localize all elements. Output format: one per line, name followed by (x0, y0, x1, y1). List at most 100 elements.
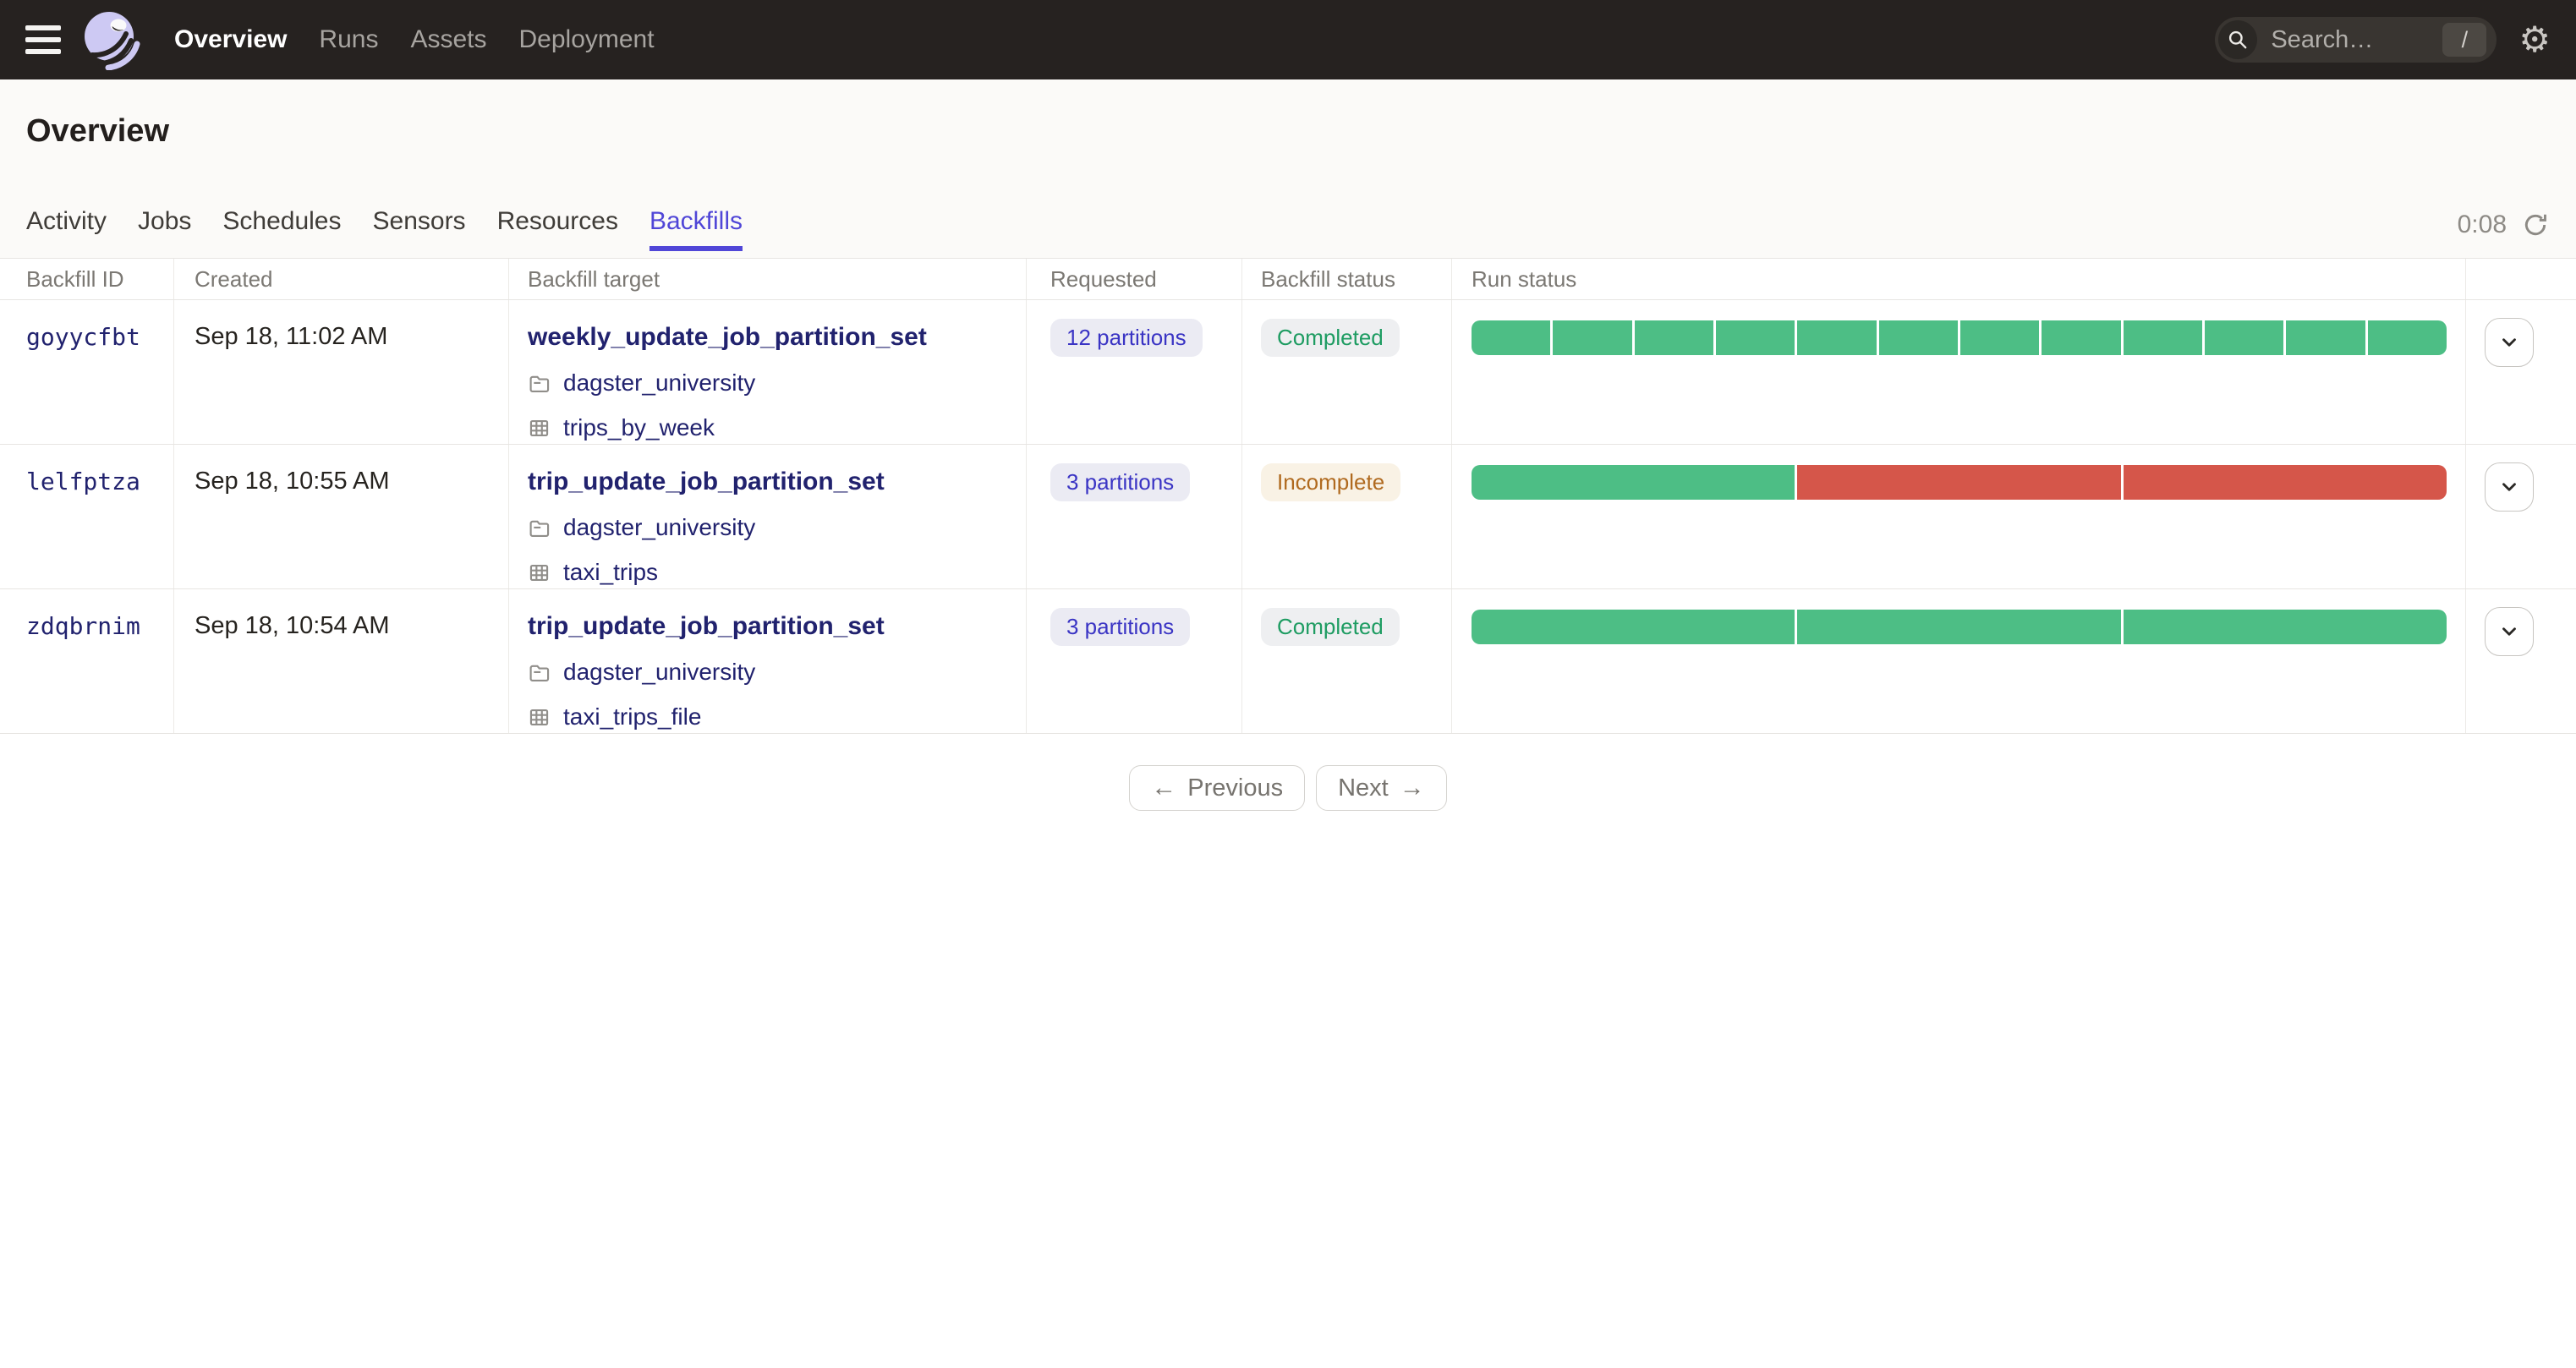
nav-item-assets[interactable]: Assets (410, 25, 486, 54)
table-header-row: Backfill ID Created Backfill target Requ… (0, 258, 2576, 300)
run-status-segment (2367, 320, 2447, 355)
backfills-table: Backfill ID Created Backfill target Requ… (0, 258, 2576, 734)
run-status-segment (1797, 610, 2121, 644)
partition-table-row: taxi_trips (528, 559, 1026, 586)
tab-sensors[interactable]: Sensors (373, 207, 466, 251)
tab-schedules[interactable]: Schedules (222, 207, 341, 251)
nav-links: Overview Runs Assets Deployment (174, 25, 655, 54)
code-location-row: dagster_university (528, 659, 1026, 686)
tab-backfills[interactable]: Backfills (649, 207, 743, 251)
th-run-status: Run status (1452, 259, 2466, 299)
partition-table-link[interactable]: trips_by_week (563, 414, 715, 441)
dagster-octopus-icon (85, 12, 140, 70)
gear-icon[interactable]: ⚙ (2518, 22, 2551, 57)
refresh-icon[interactable] (2522, 211, 2549, 238)
table-grid-icon (529, 419, 549, 436)
th-backfill-target: Backfill target (509, 259, 1027, 299)
code-location-link[interactable]: dagster_university (563, 659, 755, 686)
created-timestamp: Sep 18, 11:02 AM (195, 323, 388, 350)
run-status-segment (1472, 610, 1795, 644)
partition-table-link[interactable]: taxi_trips_file (563, 703, 701, 731)
chevron-down-icon (2502, 483, 2516, 491)
menu-icon[interactable] (25, 25, 61, 54)
arrow-right-icon: → (1399, 774, 1425, 802)
slash-shortcut-badge: / (2442, 23, 2487, 57)
dagster-logo[interactable] (81, 6, 142, 74)
tab-resources[interactable]: Resources (497, 207, 618, 251)
folder-icon (529, 665, 550, 681)
page-header: Overview Activity Jobs Schedules Sensors… (0, 79, 2576, 258)
run-status-segment (1959, 320, 2040, 355)
th-backfill-status: Backfill status (1242, 259, 1452, 299)
created-timestamp: Sep 18, 10:54 AM (195, 612, 390, 639)
expand-row-button[interactable] (2485, 607, 2534, 656)
code-location-row: dagster_university (528, 369, 1026, 397)
run-status-segment (2123, 320, 2202, 355)
arrow-left-icon: ← (1151, 774, 1177, 802)
partition-table-row: taxi_trips_file (528, 703, 1026, 731)
top-nav: Overview Runs Assets Deployment Search… … (0, 0, 2576, 79)
run-status-segment (2204, 320, 2284, 355)
run-status-segment (1472, 465, 1795, 500)
table-row: zdqbrnim Sep 18, 10:54 AM trip_update_jo… (0, 589, 2576, 734)
search-icon (2229, 30, 2247, 49)
next-label: Next (1338, 774, 1389, 802)
partition-table-row: trips_by_week (528, 414, 1026, 441)
search-placeholder: Search… (2271, 25, 2374, 53)
run-status-segment (1472, 320, 1551, 355)
backfill-status-badge: Incomplete (1261, 463, 1401, 501)
created-timestamp: Sep 18, 10:55 AM (195, 468, 390, 495)
search-icon-wrap (2218, 20, 2258, 59)
tab-jobs[interactable]: Jobs (138, 207, 191, 251)
requested-partitions-badge: 3 partitions (1050, 608, 1191, 646)
backfill-id-link[interactable]: zdqbrnim (26, 612, 140, 640)
tab-bar: Activity Jobs Schedules Sensors Resource… (26, 207, 743, 251)
requested-partitions-badge: 12 partitions (1050, 319, 1203, 357)
run-status-segment (2042, 320, 2121, 355)
backfill-target-link[interactable]: trip_update_job_partition_set (528, 612, 885, 641)
th-backfill-id: Backfill ID (0, 259, 174, 299)
nav-item-deployment[interactable]: Deployment (519, 25, 655, 54)
table-grid-icon (529, 709, 549, 725)
chevron-down-icon (2502, 627, 2516, 636)
nav-item-runs[interactable]: Runs (319, 25, 378, 54)
run-status-segment (1797, 320, 1877, 355)
pagination: ← Previous Next → (0, 765, 2576, 811)
backfill-id-link[interactable]: goyycfbt (26, 323, 140, 351)
partition-table-link[interactable]: taxi_trips (563, 559, 658, 586)
next-button[interactable]: Next → (1316, 765, 1447, 811)
nav-item-overview[interactable]: Overview (174, 25, 287, 54)
run-status-segment (2123, 465, 2447, 500)
code-location-link[interactable]: dagster_university (563, 369, 755, 397)
run-status-segment (1553, 320, 1632, 355)
previous-button[interactable]: ← Previous (1129, 765, 1306, 811)
chevron-down-icon (2502, 338, 2516, 347)
requested-partitions-badge: 3 partitions (1050, 463, 1191, 501)
backfill-target-link[interactable]: weekly_update_job_partition_set (528, 323, 927, 352)
run-status-segment (1878, 320, 1958, 355)
run-status-segment (1634, 320, 1713, 355)
th-requested: Requested (1027, 259, 1242, 299)
tab-activity[interactable]: Activity (26, 207, 107, 251)
expand-row-button[interactable] (2485, 462, 2534, 512)
backfill-id-link[interactable]: lelfptza (26, 468, 140, 495)
refresh-area: 0:08 (2458, 211, 2549, 239)
expand-row-button[interactable] (2485, 318, 2534, 367)
run-status-segment (1715, 320, 1795, 355)
run-status-bar (1472, 465, 2447, 500)
th-created: Created (174, 259, 509, 299)
search-input[interactable]: Search… / (2215, 17, 2497, 63)
run-status-segment (2123, 610, 2447, 644)
table-row: goyycfbt Sep 18, 11:02 AM weekly_update_… (0, 300, 2576, 445)
table-row: lelfptza Sep 18, 10:55 AM trip_update_jo… (0, 445, 2576, 589)
run-status-segment (2286, 320, 2365, 355)
backfill-status-badge: Completed (1261, 608, 1400, 646)
folder-icon (529, 520, 550, 537)
th-actions (2466, 259, 2576, 299)
backfill-target-link[interactable]: trip_update_job_partition_set (528, 468, 885, 496)
code-location-row: dagster_university (528, 514, 1026, 541)
previous-label: Previous (1187, 774, 1284, 802)
code-location-link[interactable]: dagster_university (563, 514, 755, 541)
backfill-status-badge: Completed (1261, 319, 1400, 357)
folder-icon (529, 375, 550, 392)
